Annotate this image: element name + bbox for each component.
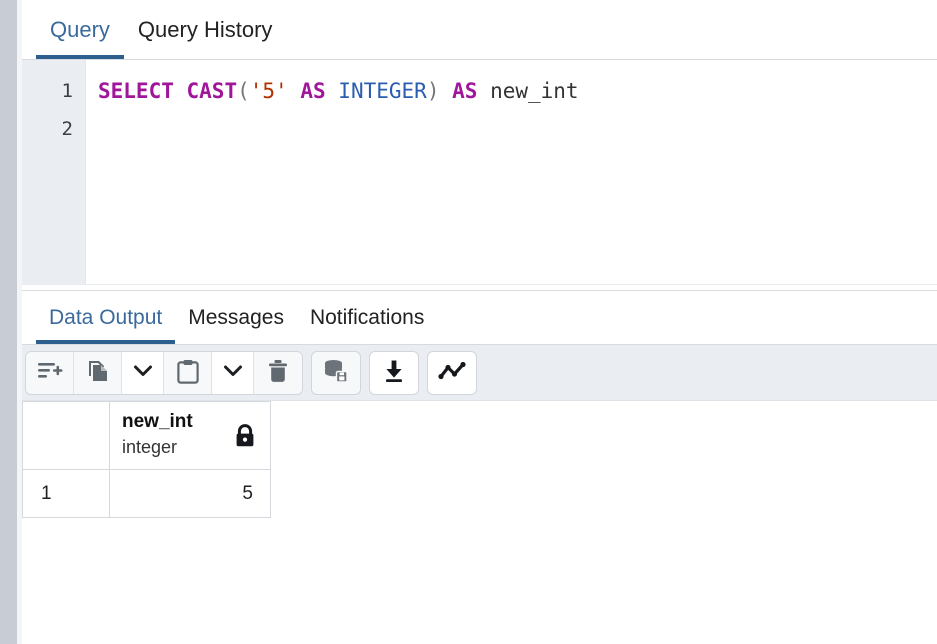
- sql-token-space: [439, 79, 452, 103]
- grid-row-number: 1: [22, 469, 110, 518]
- line-number: 2: [61, 118, 73, 140]
- table-row[interactable]: 1 5: [22, 469, 271, 518]
- results-edit-button-group: [26, 351, 302, 394]
- sql-token-keyword: CAST: [186, 79, 238, 103]
- query-tool-panel: Query Query History 1 2 SELECT CAST('5' …: [22, 0, 937, 644]
- tab-messages-label: Messages: [188, 306, 284, 329]
- database-save-icon: [323, 359, 349, 386]
- results-grid-container: new_int integer 1 5: [22, 401, 937, 625]
- results-toolbar: [22, 345, 937, 401]
- download-results-button[interactable]: [370, 351, 418, 394]
- lock-icon: [234, 424, 256, 453]
- tab-notifications[interactable]: Notifications: [297, 291, 437, 344]
- tab-query[interactable]: Query: [36, 0, 124, 59]
- copy-icon: [86, 359, 110, 386]
- grid-column-header-new_int[interactable]: new_int integer: [109, 401, 271, 470]
- sql-token-space: [477, 79, 490, 103]
- sql-token-keyword: SELECT: [98, 79, 174, 103]
- graph-visualiser-button[interactable]: [428, 351, 476, 394]
- clipboard-paste-icon: [176, 359, 199, 387]
- sql-token-space: [326, 79, 339, 103]
- grid-header-row: new_int integer: [22, 401, 271, 470]
- add-row-icon: [37, 360, 63, 385]
- download-icon: [382, 359, 406, 386]
- sql-token-keyword: AS: [452, 79, 478, 103]
- tab-notifications-label: Notifications: [309, 306, 425, 329]
- copy-button[interactable]: [74, 351, 122, 394]
- sql-token-space: [174, 79, 187, 103]
- sql-token-punct: ): [426, 79, 440, 103]
- trash-icon: [267, 359, 289, 386]
- sql-token-keyword: AS: [300, 79, 326, 103]
- paste-options-dropdown[interactable]: [212, 351, 254, 394]
- sql-token-punct: (: [237, 79, 250, 103]
- sql-editor[interactable]: 1 2 SELECT CAST('5' AS INTEGER) AS new_i…: [22, 60, 937, 284]
- sql-token-identifier: new_int: [490, 79, 579, 103]
- left-window-rail: [0, 0, 17, 644]
- output-tabbar: Data Output Messages Notifications: [22, 291, 937, 345]
- tab-query-history[interactable]: Query History: [124, 0, 286, 59]
- sql-token-space: [288, 79, 301, 103]
- sql-code-area[interactable]: SELECT CAST('5' AS INTEGER) AS new_int: [86, 60, 937, 284]
- chevron-down-icon: [133, 364, 153, 381]
- delete-row-button[interactable]: [254, 351, 302, 394]
- chevron-down-icon: [223, 364, 243, 381]
- tab-data-output[interactable]: Data Output: [36, 291, 176, 344]
- add-row-button[interactable]: [26, 351, 74, 394]
- sql-token-type: INTEGER: [338, 79, 427, 103]
- save-data-changes-button[interactable]: [312, 351, 360, 394]
- tab-messages[interactable]: Messages: [175, 291, 297, 344]
- results-grid: new_int integer 1 5: [22, 401, 271, 518]
- grid-corner-cell: [22, 401, 110, 470]
- grid-cell-new_int[interactable]: 5: [109, 469, 271, 518]
- sql-token-string: '5': [249, 79, 288, 103]
- line-number: 1: [61, 80, 73, 102]
- query-tool-tabbar: Query Query History: [22, 0, 937, 60]
- copy-options-dropdown[interactable]: [122, 351, 164, 394]
- panel-splitter[interactable]: [22, 284, 937, 291]
- paste-button[interactable]: [164, 351, 212, 394]
- tab-data-output-label: Data Output: [49, 306, 163, 329]
- tab-query-label: Query: [50, 17, 110, 42]
- line-chart-icon: [438, 360, 466, 385]
- editor-line-number-gutter: 1 2: [22, 60, 86, 284]
- tab-query-history-label: Query History: [137, 17, 273, 42]
